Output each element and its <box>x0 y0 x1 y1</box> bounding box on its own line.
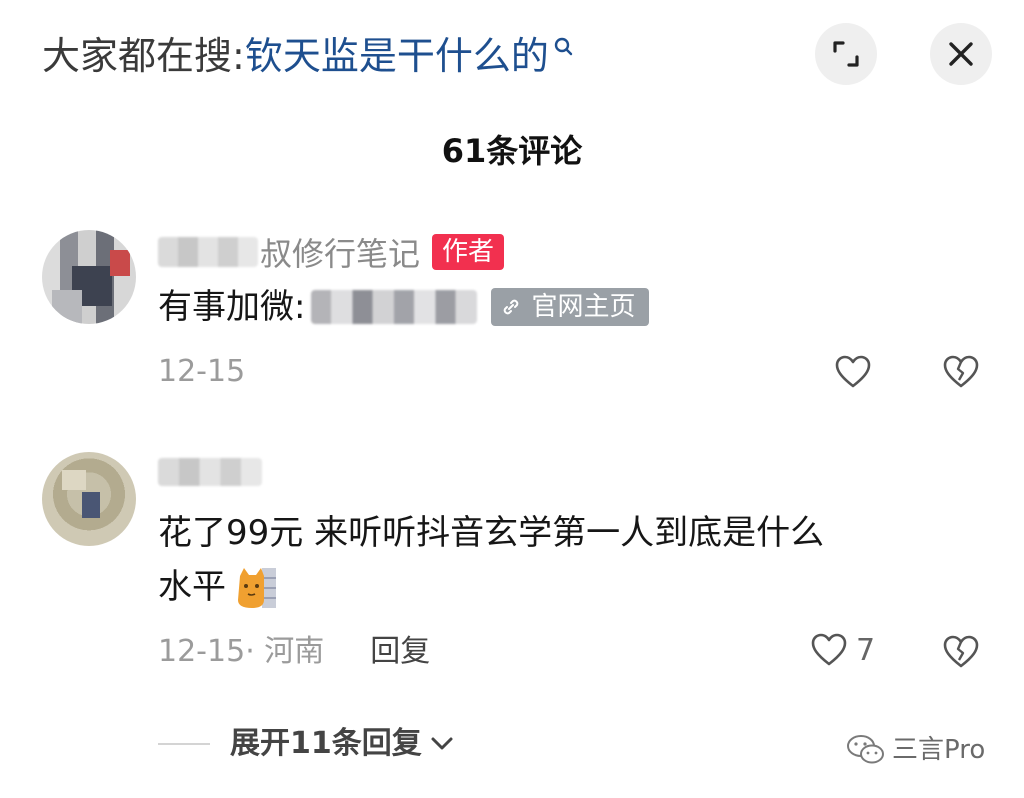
comment-text-line-2: 水平 <box>158 562 280 612</box>
reply-button[interactable]: 回复 <box>370 632 430 672</box>
comment-location: · 河南 <box>245 634 325 669</box>
like-button[interactable]: 7 <box>810 632 875 668</box>
avatar[interactable] <box>42 230 136 324</box>
comment-text-line-1: 花了99元 来听听抖音玄学第一人到底是什么 <box>158 513 825 553</box>
dislike-button[interactable] <box>942 634 980 674</box>
comment-username[interactable]: 叔修行笔记 作者 <box>158 230 505 274</box>
heart-icon <box>811 633 847 666</box>
expand-replies-button[interactable]: 展开11条回复 <box>158 722 454 766</box>
expand-icon <box>833 41 859 67</box>
blurred-username-part <box>158 237 258 267</box>
avatar[interactable] <box>42 452 136 546</box>
search-suggestion-query[interactable]: 钦天监是干什么的 <box>245 30 549 82</box>
comment-text-content: 有事加微: <box>158 287 306 327</box>
expand-divider <box>158 743 210 745</box>
search-suggestion[interactable]: 大家都在搜: 钦天监是干什么的 <box>42 30 573 82</box>
search-suggestion-prefix: 大家都在搜: <box>42 34 245 78</box>
homepage-link-label: 官网主页 <box>531 292 636 322</box>
blurred-contact <box>311 290 478 324</box>
comment-username[interactable] <box>158 452 262 492</box>
comment-text: 有事加微: 官网主页 <box>158 282 650 332</box>
top-bar: 大家都在搜: 钦天监是干什么的 <box>0 0 1024 110</box>
like-button[interactable] <box>834 354 872 390</box>
broken-heart-icon <box>943 355 979 388</box>
chevron-down-icon <box>431 737 453 750</box>
dislike-button[interactable] <box>942 354 980 394</box>
like-count: 7 <box>856 632 876 668</box>
search-icon[interactable] <box>553 36 573 62</box>
cat-emoji <box>238 568 276 608</box>
close-button[interactable] <box>930 23 992 85</box>
comment-date: 12-15 <box>158 634 246 669</box>
comment-meta: 12-15 <box>158 352 245 392</box>
close-icon <box>949 42 973 66</box>
expand-button[interactable] <box>815 23 877 85</box>
comment-date: 12-15 <box>158 354 246 389</box>
comment-text-line-2-content: 水平 <box>158 567 226 607</box>
expand-replies-label: 展开11条回复 <box>230 726 422 761</box>
watermark: 三言Pro <box>846 732 985 768</box>
comment-count-title: 61条评论 <box>441 132 583 170</box>
broken-heart-icon <box>943 635 979 668</box>
heart-icon <box>835 355 871 388</box>
homepage-link-badge[interactable]: 官网主页 <box>491 288 650 326</box>
comment-meta: 12-15 · 河南 回复 <box>158 632 430 672</box>
link-icon <box>504 299 519 315</box>
author-badge: 作者 <box>432 234 505 270</box>
watermark-text: 三言Pro <box>892 735 986 765</box>
wechat-icon <box>847 735 884 764</box>
blurred-username <box>158 458 262 486</box>
username-text: 叔修行笔记 <box>260 235 421 273</box>
